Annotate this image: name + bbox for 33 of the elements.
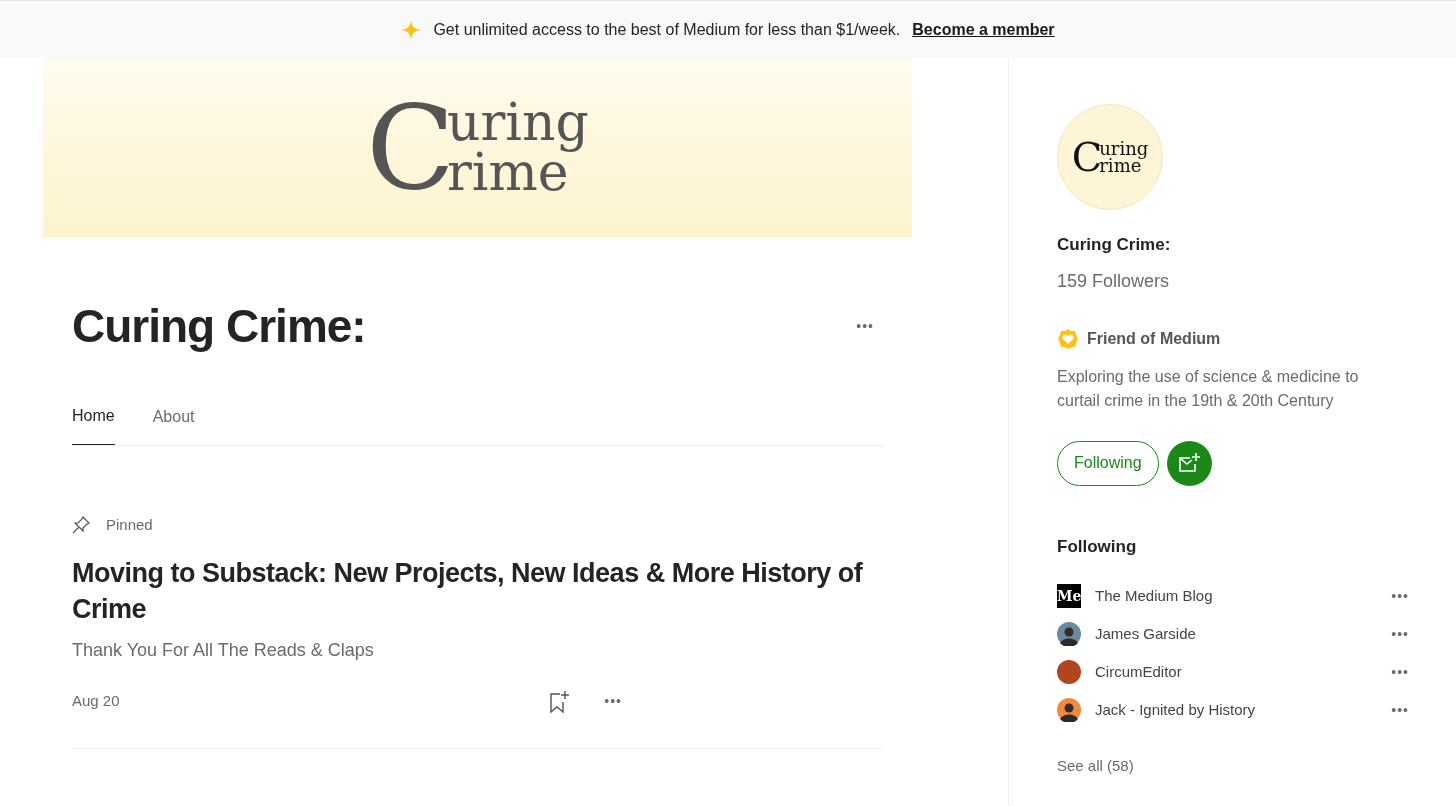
post-date: Aug 20 (72, 691, 121, 712)
followed-name[interactable]: The Medium Blog (1095, 584, 1392, 608)
post-subtitle: Thank You For All The Reads & Claps (72, 638, 375, 662)
become-member-link[interactable]: Become a member (912, 17, 1055, 42)
tab[interactable]: Home (72, 404, 115, 446)
publication-logo: Me (1057, 584, 1081, 608)
followed-name[interactable]: Jack - Ignited by History (1095, 698, 1392, 722)
pinned-label: Pinned (106, 515, 153, 536)
more-button[interactable]: ••• (1391, 623, 1409, 645)
badge-icon (1057, 327, 1079, 350)
more-button[interactable]: ••• (1391, 699, 1409, 721)
tab[interactable]: About (152, 404, 195, 446)
followed-name[interactable]: CircumEditor (1095, 660, 1392, 684)
publication-title: Curing Crime: (72, 299, 366, 354)
following-button[interactable]: Following (1057, 440, 1159, 486)
promo-text: Get unlimited access to the best of Medium for less than $1/week. (433, 19, 901, 40)
see-all-link[interactable]: See all (58) (1057, 755, 1134, 778)
followed-name[interactable]: James Garside (1095, 622, 1392, 646)
pin-icon (72, 516, 90, 535)
mail-plus-icon (1177, 452, 1202, 474)
badge-label: Friend of Medium (1087, 328, 1221, 349)
more-button[interactable]: ••• (1391, 585, 1409, 607)
more-button[interactable]: ••• (1391, 661, 1409, 683)
subscribe-email-button[interactable] (1166, 440, 1212, 486)
more-button[interactable]: ••• (856, 316, 874, 338)
post-title[interactable]: Moving to Substack: New Projects, New Ideas & More History of Crime (72, 536, 884, 627)
more-button[interactable]: ••• (604, 691, 622, 713)
following-heading: Following (1057, 535, 1138, 558)
publication-bio: Exploring the use of science & medicine to curtail crime in the 19th & 20th Century (1057, 366, 1360, 411)
sparkle-icon (401, 19, 422, 40)
publication-name: Curing Crime: (1057, 234, 1172, 256)
follower-count: 159 Followers (1057, 269, 1171, 293)
bookmark-add-icon[interactable] (548, 689, 571, 714)
